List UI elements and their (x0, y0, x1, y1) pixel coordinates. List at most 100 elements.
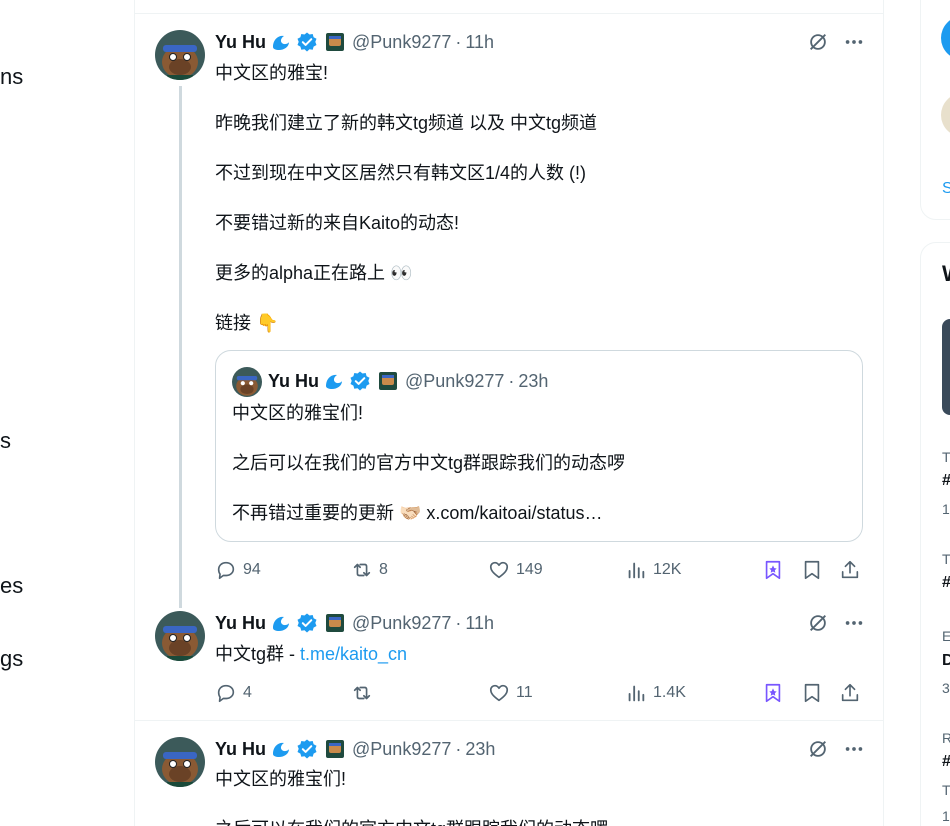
trend-meta-fragment: E (942, 628, 950, 644)
quoted-text-line: 之后可以在我们的官方中文tg群跟踪我们的动态啰 (232, 453, 626, 473)
tweet-text-line: 昨晚我们建立了新的韩文tg频道 以及 中文tg频道 (215, 113, 598, 133)
timestamp[interactable]: 11h (465, 32, 494, 53)
bookmark-icon (804, 560, 820, 580)
share-button[interactable] (839, 557, 867, 583)
display-name[interactable]: Yu Hu (215, 32, 266, 53)
nav-item-settings-fragment[interactable]: gs (0, 646, 23, 672)
quoted-text-line: 中文区的雅宝们! (232, 403, 364, 423)
handle[interactable]: @Punk9277 (352, 613, 451, 634)
nav-item-communities-fragment[interactable]: es (0, 573, 23, 599)
quoted-text-line: 不再错过重要的更新 🫱🏻‍🫲🏼 x.com/kaitoai/status… (232, 503, 603, 523)
affiliate-flag-icon[interactable] (377, 370, 399, 392)
grok-icon[interactable] (807, 738, 829, 760)
trend-title-fragment[interactable]: # (942, 574, 950, 592)
timestamp[interactable]: 11h (465, 613, 494, 634)
separator: · (455, 31, 462, 52)
tweet-link[interactable]: t.me/kaito_cn (300, 644, 407, 664)
divider (135, 720, 883, 721)
tweet-text-line: 链接 👇 (215, 313, 279, 333)
timestamp[interactable]: 23h (465, 739, 495, 760)
trend-title-fragment[interactable]: D (942, 652, 950, 670)
timeline: Yu Hu @Punk9277 · 11h 中文区的雅宝! 昨晚我们建立了新的韩… (134, 0, 884, 826)
repost-icon (353, 686, 371, 700)
tweet-header: Yu Hu @Punk9277 · 23h (215, 738, 495, 760)
grok-bookmark-icon (765, 683, 781, 703)
like-button[interactable]: 11 (488, 680, 533, 706)
affiliate-flag-icon[interactable] (324, 612, 346, 634)
reply-count: 94 (243, 561, 261, 578)
avatar[interactable] (155, 611, 205, 661)
bookmark-button[interactable] (801, 680, 829, 706)
show-more-link-fragment[interactable]: S (942, 180, 950, 198)
tweet-text-line: 不过到现在中文区居然只有韩文区1/4的人数 (!) (215, 163, 587, 183)
display-name[interactable]: Yu Hu (215, 739, 266, 760)
tweet-text: 中文tg群 - t.me/kaito_cn (215, 642, 407, 666)
more-icon[interactable] (843, 738, 865, 760)
affiliate-flag-icon[interactable] (324, 738, 346, 760)
handle[interactable]: @Punk9277 (352, 739, 451, 760)
trend-title-fragment[interactable]: # (942, 472, 950, 490)
reply-button[interactable]: 4 (215, 680, 252, 706)
views-button[interactable]: 1.4K (625, 680, 686, 706)
affiliate-flag-icon[interactable] (324, 31, 346, 53)
timestamp[interactable]: 23h (518, 371, 548, 392)
avatar-image (232, 367, 262, 397)
avatar-image (155, 30, 205, 80)
quoted-tweet-header: Yu Hu @Punk9277 · 23h (268, 370, 548, 392)
avatar-image (155, 611, 205, 661)
grok-bookmark-button[interactable] (762, 680, 790, 706)
views-icon (628, 562, 645, 579)
avatar[interactable] (155, 737, 205, 787)
repost-button[interactable]: 8 (351, 557, 388, 583)
quoted-tweet-card[interactable]: Yu Hu @Punk9277 · 23h 中文区的雅宝们! 之后可以在我们的官… (215, 350, 863, 542)
more-icon[interactable] (843, 31, 865, 53)
separator: · (508, 370, 515, 391)
views-count: 12K (653, 561, 682, 578)
verified-badge-icon[interactable] (296, 612, 318, 634)
avatar-image (155, 737, 205, 787)
share-icon (841, 683, 859, 702)
tweet-header-actions (807, 737, 865, 761)
trend-title-fragment[interactable]: # (942, 753, 950, 771)
display-name[interactable]: Yu Hu (268, 371, 319, 392)
verified-badge-icon[interactable] (349, 370, 371, 392)
reply-button[interactable]: 94 (215, 557, 261, 583)
trend-count-fragment: 1 (942, 501, 950, 517)
display-name[interactable]: Yu Hu (215, 613, 266, 634)
divider (135, 13, 883, 14)
like-count: 11 (516, 684, 533, 701)
repost-button[interactable] (351, 680, 379, 706)
bookmark-icon (804, 683, 820, 703)
like-icon (489, 684, 509, 702)
more-icon[interactable] (843, 612, 865, 634)
views-button[interactable]: 12K (625, 557, 681, 583)
thread-connector-line (179, 86, 182, 608)
avatar[interactable] (941, 16, 950, 60)
nav-item-lists-fragment[interactable]: s (0, 428, 11, 454)
trend-meta-fragment: T (942, 782, 950, 798)
tweet-header: Yu Hu @Punk9277 · 11h (215, 31, 494, 53)
tweet-text-line: 中文区的雅宝! (215, 63, 329, 83)
handle[interactable]: @Punk9277 (405, 371, 504, 392)
grok-bookmark-button[interactable] (762, 557, 790, 583)
bookmark-button[interactable] (801, 557, 829, 583)
repost-icon (353, 563, 371, 577)
reply-count: 4 (243, 684, 252, 701)
verified-badge-icon[interactable] (296, 738, 318, 760)
grok-icon[interactable] (807, 612, 829, 634)
avatar[interactable] (155, 30, 205, 80)
grok-icon[interactable] (807, 31, 829, 53)
verified-badge-icon[interactable] (296, 31, 318, 53)
like-button[interactable]: 149 (488, 557, 543, 583)
right-sidebar: S W T # 1 T # E D 3 R # T 1 (920, 0, 950, 826)
handle[interactable]: @Punk9277 (352, 32, 451, 53)
tweet-text-prefix: 中文tg群 - (215, 644, 301, 664)
share-button[interactable] (839, 680, 867, 706)
avatar[interactable] (941, 93, 950, 137)
separator: · (455, 612, 462, 633)
nav-item-notifications-fragment[interactable]: ns (0, 64, 23, 90)
views-icon (628, 685, 645, 702)
trend-image[interactable] (942, 319, 950, 415)
avatar[interactable] (232, 367, 262, 397)
reply-icon (217, 684, 235, 703)
